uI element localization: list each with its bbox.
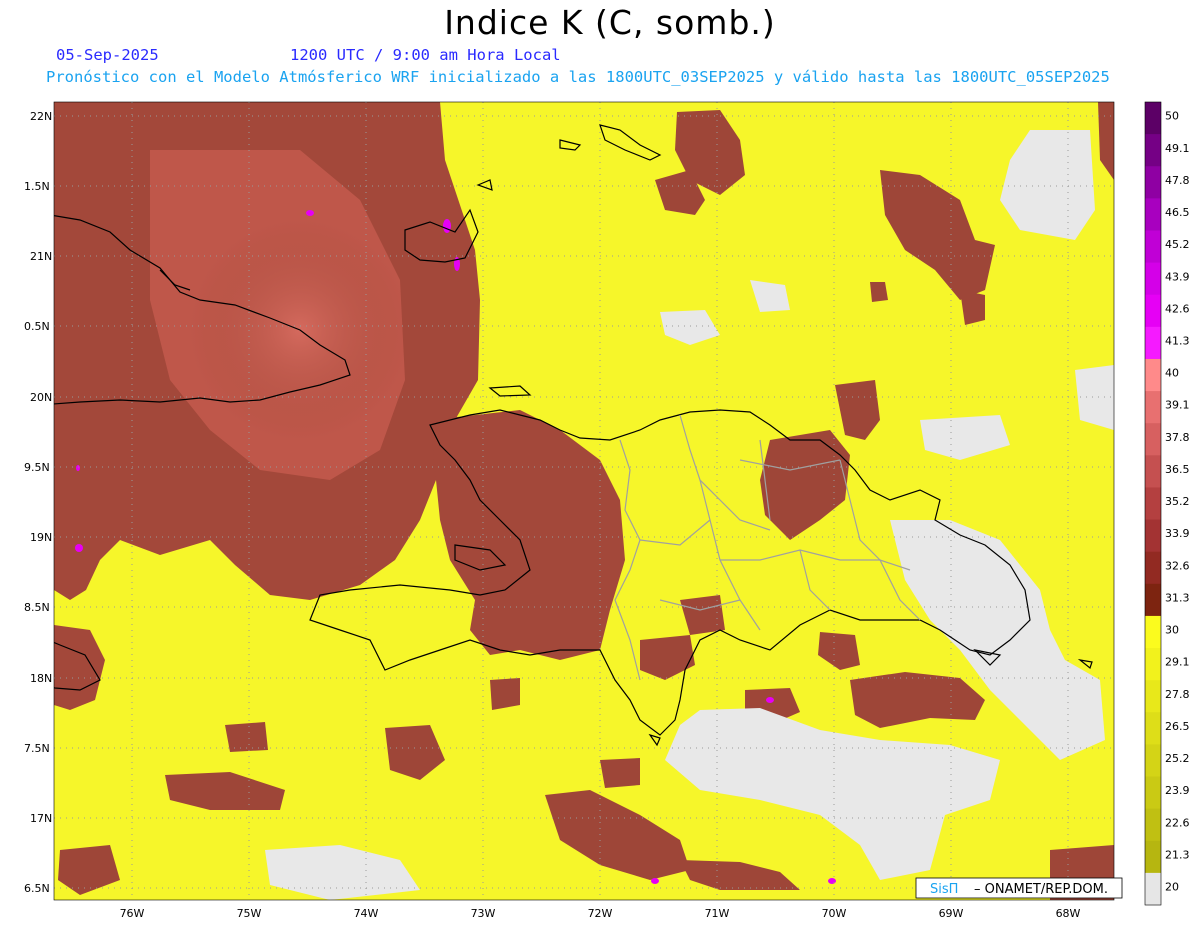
lon-axis-labels: 76W 75W 74W 73W 72W 71W 70W 69W 68W: [120, 907, 1081, 920]
colorbar-label: 32.6: [1165, 559, 1190, 572]
lat-label: 18N: [30, 672, 52, 685]
model-info-line: Pronóstico con el Modelo Atmósferico WRF…: [46, 68, 1110, 86]
colorbar-swatch: [1145, 744, 1161, 778]
lon-label: 76W: [120, 907, 145, 920]
colorbar-label: 26.5: [1165, 720, 1190, 733]
lon-label: 74W: [354, 907, 379, 920]
colorbar-label: 21.3: [1165, 848, 1190, 861]
lat-label: 0.5N: [24, 320, 50, 333]
colorbar-label: 25.2: [1165, 752, 1190, 765]
colorbar-swatch: [1145, 583, 1161, 617]
lon-label: 68W: [1056, 907, 1081, 920]
lon-label: 71W: [705, 907, 730, 920]
credit-brand: SisΠ: [930, 882, 958, 897]
colorbar-swatch: [1145, 423, 1161, 456]
high-k-patch-17: [490, 678, 520, 710]
colorbar-swatch: [1145, 808, 1161, 842]
colorbar-label: 46.5: [1165, 206, 1190, 219]
lat-label: 21N: [30, 250, 52, 263]
forecast-time: 1200 UTC / 9:00 am Hora Local: [290, 46, 561, 64]
lat-label: 7.5N: [24, 742, 50, 755]
high-k-patch-18: [600, 758, 640, 788]
lat-label: 20N: [30, 391, 52, 404]
lat-label: 1.5N: [24, 180, 50, 193]
lon-label: 75W: [237, 907, 262, 920]
colorbar-label: 47.8: [1165, 174, 1190, 187]
colorbar-swatch: [1145, 358, 1161, 392]
colorbar-swatch: [1145, 487, 1161, 521]
colorbar-label: 42.6: [1165, 302, 1190, 315]
colorbar-label: 36.5: [1165, 463, 1190, 476]
lat-label: 19N: [30, 531, 52, 544]
colorbar-label: 31.3: [1165, 591, 1190, 604]
lon-label: 72W: [588, 907, 613, 920]
colorbar-label: 45.2: [1165, 238, 1190, 251]
lat-axis-labels: 22N 1.5N 21N 0.5N 20N 9.5N 19N 8.5N 18N …: [24, 110, 52, 895]
colorbar-label: 33.9: [1165, 527, 1190, 540]
lon-label: 69W: [939, 907, 964, 920]
lat-label: 9.5N: [24, 461, 50, 474]
colorbar-label: 43.9: [1165, 270, 1190, 283]
colorbar-label: 49.1: [1165, 142, 1190, 155]
colorbar-label: 39.1: [1165, 399, 1190, 412]
colorbar-swatch: [1145, 262, 1161, 296]
lon-label: 70W: [822, 907, 847, 920]
lat-label: 17N: [30, 812, 52, 825]
colorbar-swatch: [1145, 648, 1161, 681]
lon-label: 73W: [471, 907, 496, 920]
colorbar-label: 40: [1165, 367, 1179, 380]
colorbar-swatch: [1145, 134, 1161, 167]
colorbar-swatch: [1145, 551, 1161, 585]
colorbar-label: 29.1: [1165, 656, 1190, 669]
colorbar-label: 30: [1165, 624, 1179, 637]
colorbar-swatch: [1145, 391, 1161, 424]
colorbar-label: 35.2: [1165, 495, 1190, 508]
lat-label: 8.5N: [24, 601, 50, 614]
forecast-date: 05-Sep-2025: [56, 46, 159, 64]
colorbar-swatch: [1145, 680, 1161, 713]
lat-label: 6.5N: [24, 882, 50, 895]
colorbar-label: 50: [1165, 110, 1179, 123]
colorbar-swatch: [1145, 872, 1161, 906]
colorbar-label: 27.8: [1165, 688, 1190, 701]
credit-box: SisΠ – ONAMET/REP.DOM.: [915, 877, 1123, 899]
colorbar: 50 49.1 47.8 46.5 45.2 43.9 42.6 41.3 40 39.1 37.8…: [1144, 101, 1190, 906]
colorbar-label: 41.3: [1165, 335, 1190, 348]
colorbar-label: 37.8: [1165, 431, 1190, 444]
colorbar-label: 20: [1165, 881, 1179, 894]
colorbar-swatch: [1145, 615, 1161, 649]
colorbar-swatch: [1145, 455, 1161, 488]
colorbar-swatch: [1145, 712, 1161, 745]
colorbar-label: 22.6: [1165, 816, 1190, 829]
forecast-figure: Indice K (C, somb.) 05-Sep-2025 1200 UTC…: [24, 3, 1190, 920]
colorbar-label: 23.9: [1165, 784, 1190, 797]
colorbar-swatch: [1145, 840, 1161, 874]
colorbar-swatch: [1145, 776, 1161, 810]
high-k-patch-5: [870, 282, 888, 302]
colorbar-swatch: [1145, 102, 1161, 135]
credit-text: – ONAMET/REP.DOM.: [974, 882, 1108, 897]
colorbar-swatch: [1145, 294, 1161, 328]
map-title: Indice K (C, somb.): [444, 3, 776, 42]
map-panel: [54, 102, 1114, 900]
colorbar-swatch: [1145, 230, 1161, 264]
colorbar-swatch: [1145, 166, 1161, 199]
colorbar-swatch: [1145, 519, 1161, 553]
lat-label: 22N: [30, 110, 52, 123]
colorbar-swatch: [1145, 326, 1161, 360]
colorbar-swatch: [1145, 198, 1161, 231]
